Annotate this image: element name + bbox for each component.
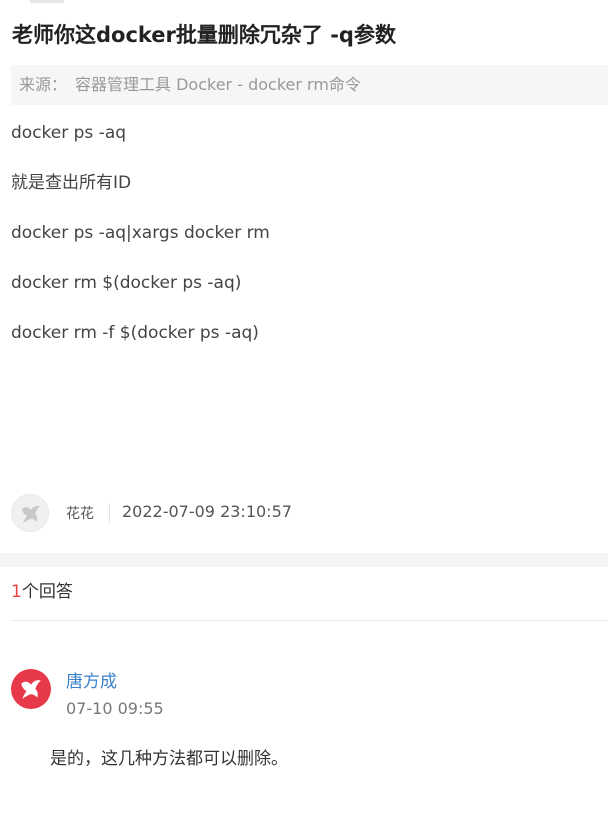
answer-count: 1个回答 <box>11 580 73 604</box>
source-label: 来源： <box>19 75 68 94</box>
answer-author[interactable]: 唐方成 <box>66 670 117 694</box>
question-source: 来源： 容器管理工具 Docker - docker rm命令 <box>11 65 608 105</box>
question-body-line: 就是查出所有ID <box>11 173 132 193</box>
author-avatar[interactable] <box>11 494 49 532</box>
section-divider <box>0 553 608 567</box>
question-body-line: docker rm -f $(docker ps -aq) <box>11 323 259 343</box>
meta-divider <box>109 503 110 523</box>
bird-logo-icon <box>21 680 41 699</box>
answer-avatar[interactable] <box>11 669 51 709</box>
answer-time: 07-10 09:55 <box>66 699 164 718</box>
question-title: 老师你这docker批量删除冗杂了 -q参数 <box>12 23 396 47</box>
question-body-line: docker ps -aq|xargs docker rm <box>11 223 270 243</box>
author-name[interactable]: 花花 <box>66 503 94 523</box>
question-meta: 花花 2022-07-09 23:10:57 <box>11 494 411 532</box>
question-body-line: docker rm $(docker ps -aq) <box>11 273 242 293</box>
answer-count-label: 个回答 <box>21 582 73 602</box>
answer-content: 是的，这几种方法都可以删除。 <box>50 749 288 769</box>
bird-logo-icon <box>22 505 40 523</box>
divider <box>11 620 608 621</box>
post-time: 2022-07-09 23:10:57 <box>122 502 292 521</box>
question-body-line: docker ps -aq <box>11 123 127 143</box>
source-link[interactable]: 容器管理工具 Docker - docker rm命令 <box>75 75 361 94</box>
answer-count-number: 1 <box>11 582 22 602</box>
top-tab-indicator <box>30 0 64 3</box>
